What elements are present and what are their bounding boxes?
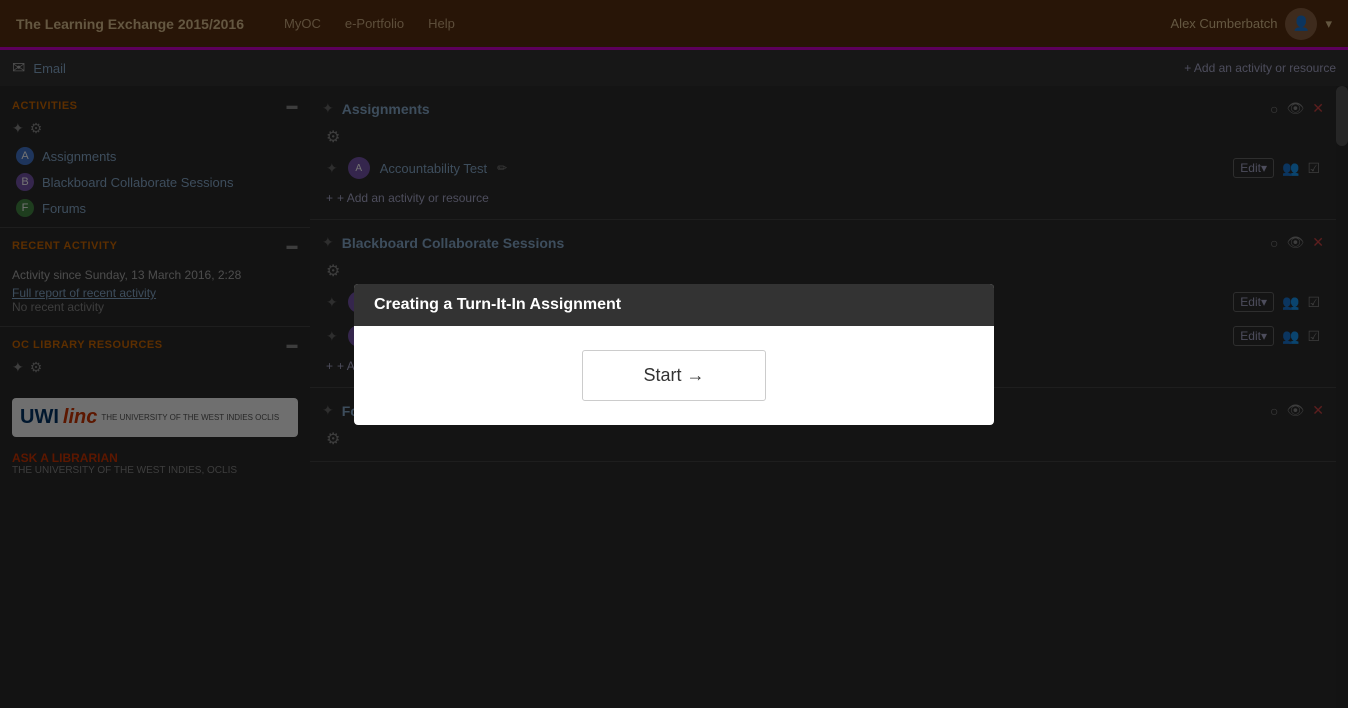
modal-body: Start → [354, 326, 994, 425]
modal-dialog: Creating a Turn-It-In Assignment Start → [354, 284, 994, 425]
start-button[interactable]: Start → [582, 350, 765, 401]
modal-overlay: Creating a Turn-It-In Assignment Start → [0, 0, 1348, 708]
modal-title: Creating a Turn-It-In Assignment [354, 284, 994, 326]
